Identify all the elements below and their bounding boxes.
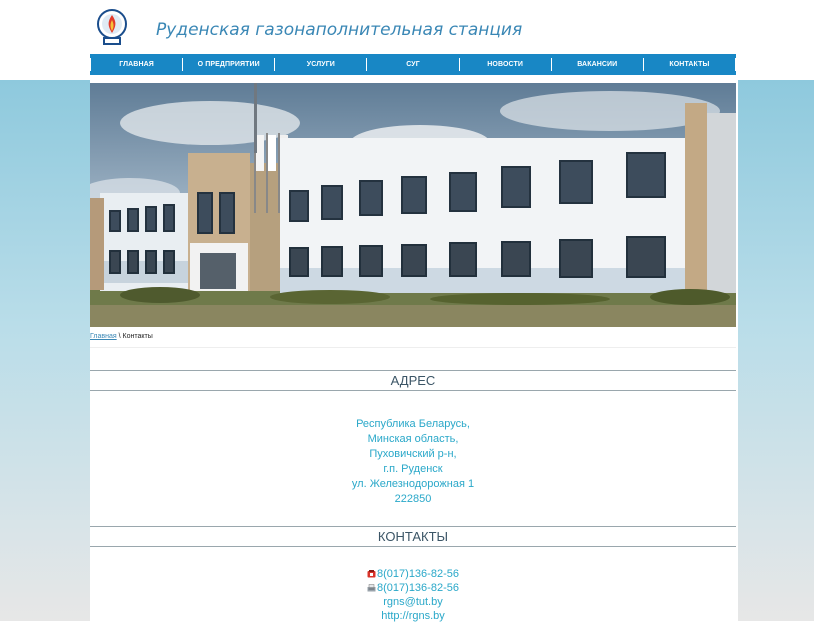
header: Руденская газонаполнительная станция [90, 0, 738, 54]
address-line: Пуховичский р-н, [369, 448, 457, 460]
address-block: Республика Беларусь, Минская область, Пу… [90, 417, 736, 507]
nav-item-services[interactable]: УСЛУГИ [274, 58, 366, 71]
address-line: 222850 [394, 493, 432, 505]
main-nav: ГЛАВНАЯ О ПРЕДПРИЯТИИ УСЛУГИ СУГ НОВОСТИ… [90, 54, 736, 75]
nav-item-contacts[interactable]: КОНТАКТЫ [642, 58, 736, 71]
breadcrumb-current: Контакты [122, 333, 153, 340]
hero-building-photo [90, 83, 736, 327]
company-logo[interactable] [96, 9, 128, 47]
nav-item-about[interactable]: О ПРЕДПРИЯТИИ [182, 58, 274, 71]
address-line: ул. Железнодорожная 1 [351, 478, 475, 490]
site-title: Руденская газонаполнительная станция [156, 20, 523, 40]
nav-item-lpg[interactable]: СУГ [366, 58, 458, 71]
contact-phone-row: 8(017)136-82-56 [90, 567, 736, 581]
contact-fax[interactable]: 8(017)136-82-56 [377, 582, 459, 594]
contacts-block: 8(017)136-82-56 8(017)136-82-56 rgns@tut… [90, 567, 736, 623]
address-line: Минская область, [367, 433, 459, 445]
fax-icon [367, 584, 376, 592]
contact-fax-row: 8(017)136-82-56 [90, 581, 736, 595]
contact-email[interactable]: rgns@tut.by [90, 595, 736, 609]
nav-item-vacancies[interactable]: ВАКАНСИИ [550, 58, 643, 71]
address-line: Республика Беларусь, [356, 418, 470, 430]
contacts-section-title: КОНТАКТЫ [90, 526, 736, 547]
breadcrumb-home-link[interactable]: Главная [90, 333, 117, 340]
contact-phone[interactable]: 8(017)136-82-56 [377, 568, 459, 580]
nav-item-home[interactable]: ГЛАВНАЯ [90, 58, 182, 71]
breadcrumb: Главная \ Контакты [90, 333, 736, 348]
nav-item-news[interactable]: НОВОСТИ [458, 58, 551, 71]
phone-icon [367, 570, 376, 578]
page-container: Руденская газонаполнительная станция ГЛА… [90, 0, 738, 623]
address-section-title: АДРЕС [90, 370, 736, 391]
address-line: г.п. Руденск [383, 463, 443, 475]
